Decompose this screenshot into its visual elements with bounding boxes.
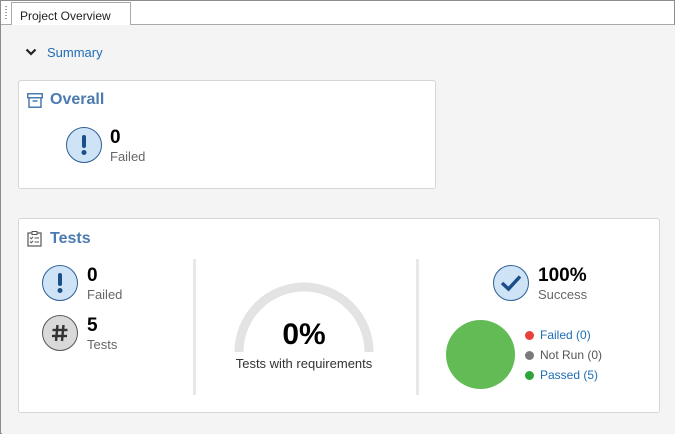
tests-card: Tests 0 Failed 5 Tests 0% Tests with req… [18,218,660,413]
exclamation-icon [57,273,63,293]
results-pie [446,320,515,389]
legend-dot-failed [525,330,534,340]
divider-right [416,259,419,395]
tests-total-icon [42,315,78,351]
overall-failed-label: Failed [110,149,146,164]
tests-total-count: 5 [87,315,98,336]
exclamation-icon [81,135,87,155]
legend-dot-passed [525,370,534,380]
hash-icon [52,324,68,342]
window-frame: Project Overview Summary Overall 0 Faile… [0,0,675,434]
requirements-percentage: 0% [282,318,326,351]
chevron-down-icon [25,48,37,56]
tab-project-overview[interactable]: Project Overview [11,2,131,26]
tests-title: Tests [27,230,91,248]
legend-dot-not-run [525,350,534,360]
success-label: Success [538,287,588,302]
legend-failed-label[interactable]: Failed (0) [540,328,591,342]
overall-card: Overall 0 Failed [18,80,436,189]
checkmark-icon [500,275,522,292]
legend-not-run: Not Run (0) [525,348,602,362]
tests-title-text: Tests [50,230,91,247]
legend-failed[interactable]: Failed (0) [525,328,591,342]
tests-failed-icon [42,265,78,301]
legend-not-run-label: Not Run (0) [540,348,603,362]
tests-total-label: Tests [87,337,118,352]
overall-failed-icon [66,127,102,163]
overall-title-text: Overall [50,91,105,108]
drag-grip-icon[interactable] [4,5,8,19]
tests-failed-count: 0 [87,265,98,286]
main-content[interactable]: Summary Overall 0 Failed Tests 0 Failed … [2,25,675,434]
overall-failed-count: 0 [110,127,121,148]
checklist-icon [27,231,42,247]
tab-bar: Project Overview [1,1,674,26]
tests-failed-label: Failed [87,287,123,302]
divider-left [193,259,196,395]
summary-label: Summary [47,44,103,60]
overall-title: Overall [27,91,104,109]
legend-passed[interactable]: Passed (5) [525,368,598,382]
archive-box-icon [27,92,43,108]
success-percentage: 100% [538,265,587,286]
legend-passed-label[interactable]: Passed (5) [540,368,598,382]
summary-toggle[interactable]: Summary [25,44,103,60]
success-icon [493,265,529,301]
requirements-label: Tests with requirements [235,356,373,371]
